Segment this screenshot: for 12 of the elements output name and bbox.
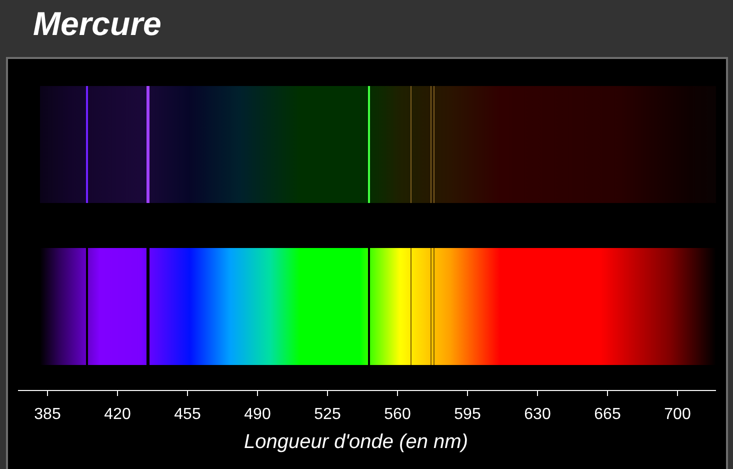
tick-label: 420 (104, 406, 131, 423)
tick-label: 700 (664, 406, 691, 423)
tick-label: 595 (454, 406, 481, 423)
page-title: Mercure (32, 4, 162, 44)
tick-label: 525 (314, 406, 341, 423)
axis-title: Longueur d'onde (en nm) (244, 431, 468, 453)
tick-label: 630 (524, 406, 551, 423)
tick-label: 560 (384, 406, 411, 423)
tick-label: 385 (34, 406, 61, 423)
tick-label: 455 (174, 406, 201, 423)
tick-label: 665 (594, 406, 621, 423)
tick-label: 490 (244, 406, 271, 423)
